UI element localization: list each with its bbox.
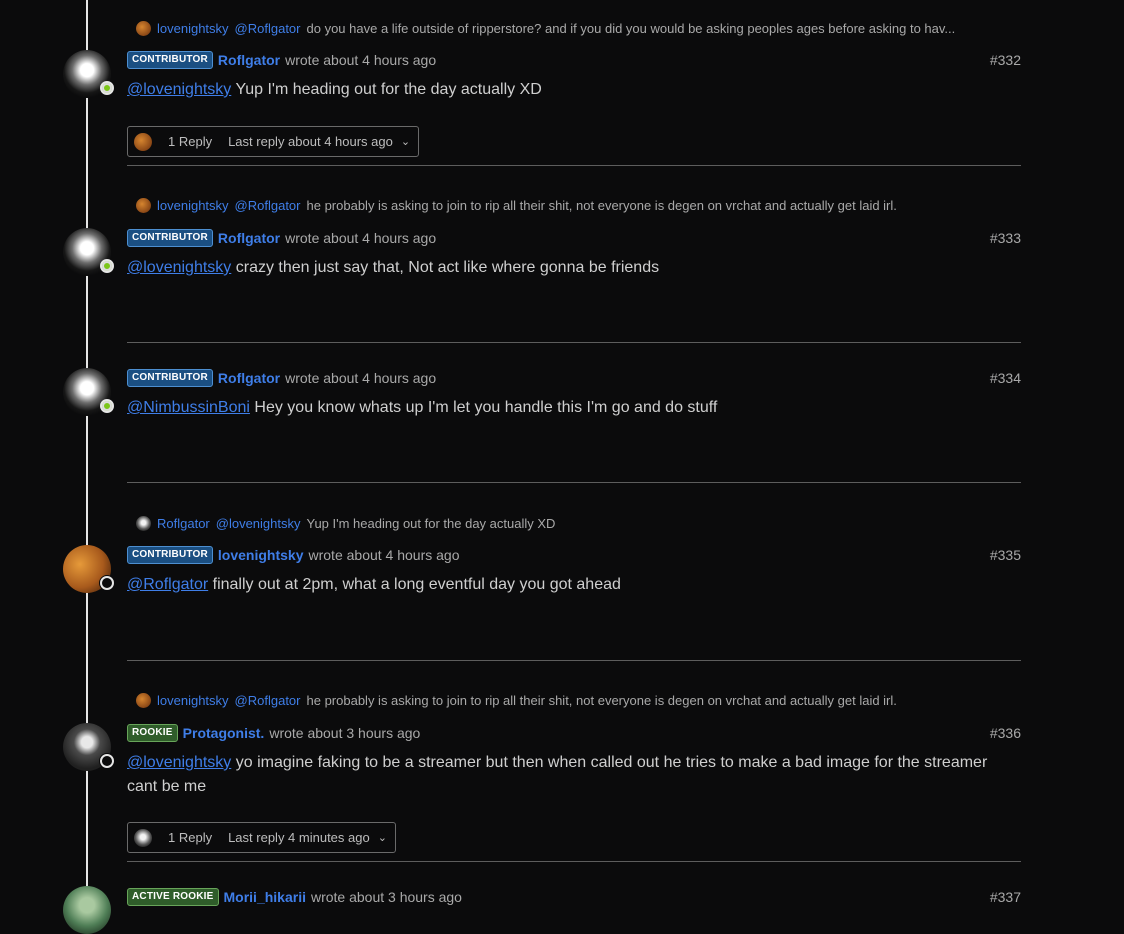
post-number[interactable]: #334 — [990, 370, 1021, 386]
author-name[interactable]: Roflgator — [218, 52, 280, 68]
post-body: @lovenightsky crazy then just say that, … — [127, 256, 1007, 280]
parent-mention[interactable]: @Roflgator — [235, 693, 301, 708]
post-header: CONTRIBUTOR Roflgator wrote about 4 hour… — [127, 228, 436, 248]
role-badge: CONTRIBUTOR — [127, 51, 213, 69]
parent-author-name[interactable]: Roflgator — [157, 516, 210, 531]
post-divider — [127, 165, 1021, 166]
post-number[interactable]: #335 — [990, 547, 1021, 563]
parent-excerpt: Yup I'm heading out for the day actually… — [306, 515, 556, 531]
parent-excerpt: he probably is asking to join to rip all… — [306, 197, 897, 213]
avatar — [134, 828, 152, 847]
role-badge: CONTRIBUTOR — [127, 229, 213, 247]
avatar — [136, 692, 151, 708]
replies-toggle-button[interactable]: 1 Reply Last reply about 4 hours ago ⌄ — [127, 126, 420, 157]
author-avatar[interactable] — [63, 368, 114, 416]
post-body: @lovenightsky yo imagine faking to be a … — [127, 751, 997, 799]
post-header: CONTRIBUTOR Roflgator wrote about 4 hour… — [127, 50, 436, 70]
last-reply-time: Last reply 4 minutes ago — [228, 830, 370, 845]
post-header: ROOKIE Protagonist. wrote about 3 hours … — [127, 723, 420, 743]
post-text: finally out at 2pm, what a long eventful… — [212, 576, 621, 593]
post-timestamp[interactable]: wrote about 4 hours ago — [285, 52, 436, 68]
post-number[interactable]: #332 — [990, 52, 1021, 68]
parent-author-name[interactable]: lovenightsky — [157, 693, 229, 708]
post-number[interactable]: #337 — [990, 889, 1021, 905]
role-badge: CONTRIBUTOR — [127, 369, 213, 387]
last-reply-time: Last reply about 4 hours ago — [228, 134, 393, 149]
role-badge: CONTRIBUTOR — [127, 546, 213, 564]
author-avatar[interactable] — [63, 545, 114, 593]
post-text: Yup I'm heading out for the day actually… — [235, 81, 542, 98]
post-text: crazy then just say that, Not act like w… — [235, 259, 660, 276]
author-name[interactable]: Roflgator — [218, 370, 280, 386]
post-timestamp[interactable]: wrote about 3 hours ago — [311, 889, 462, 905]
post-divider — [127, 342, 1021, 343]
post-number[interactable]: #333 — [990, 230, 1021, 246]
offline-status-icon — [100, 576, 114, 590]
parent-excerpt: he probably is asking to join to rip all… — [306, 692, 897, 708]
author-name[interactable]: Roflgator — [218, 230, 280, 246]
avatar — [134, 132, 152, 151]
post-text: yo imagine faking to be a streamer but t… — [127, 754, 988, 795]
avatar — [136, 197, 151, 213]
post-timestamp[interactable]: wrote about 4 hours ago — [285, 230, 436, 246]
post-divider — [127, 482, 1021, 483]
post-header: CONTRIBUTOR Roflgator wrote about 4 hour… — [127, 368, 436, 388]
post-number[interactable]: #336 — [990, 725, 1021, 741]
post-header: ACTIVE ROOKIE Morii_hikarii wrote about … — [127, 887, 462, 907]
parent-post-reference[interactable]: lovenightsky @Roflgator he probably is a… — [136, 196, 897, 214]
chevron-down-icon: ⌄ — [377, 832, 387, 844]
parent-excerpt: do you have a life outside of ripperstor… — [306, 20, 956, 36]
avatar — [136, 515, 151, 531]
parent-mention[interactable]: @Roflgator — [235, 21, 301, 36]
user-mention-link[interactable]: @lovenightsky — [127, 81, 231, 98]
reply-count: 1 Reply — [168, 134, 213, 149]
avatar — [63, 886, 111, 934]
offline-status-icon — [100, 754, 114, 768]
author-name[interactable]: Morii_hikarii — [224, 889, 306, 905]
post-timestamp[interactable]: wrote about 3 hours ago — [269, 725, 420, 741]
author-avatar[interactable] — [63, 228, 114, 276]
parent-author-name[interactable]: lovenightsky — [157, 21, 229, 36]
user-mention-link[interactable]: @lovenightsky — [127, 259, 231, 276]
replies-toggle-button[interactable]: 1 Reply Last reply 4 minutes ago ⌄ — [127, 822, 396, 853]
parent-post-reference[interactable]: Roflgator @lovenightsky Yup I'm heading … — [136, 514, 555, 532]
user-mention-link[interactable]: @lovenightsky — [127, 754, 231, 771]
post-divider — [127, 660, 1021, 661]
post-body: @NimbussinBoni Hey you know whats up I'm… — [127, 396, 1007, 420]
online-status-icon — [100, 81, 114, 95]
author-avatar[interactable] — [63, 723, 114, 771]
author-name[interactable]: lovenightsky — [218, 547, 304, 563]
parent-mention[interactable]: @Roflgator — [235, 198, 301, 213]
reply-count: 1 Reply — [168, 830, 213, 845]
post-divider — [127, 861, 1021, 862]
parent-post-reference[interactable]: lovenightsky @Roflgator he probably is a… — [136, 691, 897, 709]
role-badge: ACTIVE ROOKIE — [127, 888, 219, 906]
post-header: CONTRIBUTOR lovenightsky wrote about 4 h… — [127, 545, 460, 565]
avatar — [136, 20, 151, 36]
post-body: @Roflgator finally out at 2pm, what a lo… — [127, 573, 1007, 597]
post-text: Hey you know whats up I'm let you handle… — [254, 399, 718, 416]
parent-post-reference[interactable]: lovenightsky @Roflgator do you have a li… — [136, 19, 955, 37]
user-mention-link[interactable]: @Roflgator — [127, 576, 208, 593]
parent-mention[interactable]: @lovenightsky — [216, 516, 301, 531]
post-timestamp[interactable]: wrote about 4 hours ago — [285, 370, 436, 386]
chevron-down-icon: ⌄ — [400, 136, 411, 148]
author-avatar[interactable] — [63, 50, 114, 98]
user-mention-link[interactable]: @NimbussinBoni — [127, 399, 250, 416]
parent-author-name[interactable]: lovenightsky — [157, 198, 229, 213]
author-avatar[interactable] — [63, 886, 111, 934]
role-badge: ROOKIE — [127, 724, 178, 742]
author-name[interactable]: Protagonist. — [183, 725, 265, 741]
online-status-icon — [100, 399, 114, 413]
post-timestamp[interactable]: wrote about 4 hours ago — [309, 547, 460, 563]
online-status-icon — [100, 259, 114, 273]
post-body: @lovenightsky Yup I'm heading out for th… — [127, 78, 1007, 102]
